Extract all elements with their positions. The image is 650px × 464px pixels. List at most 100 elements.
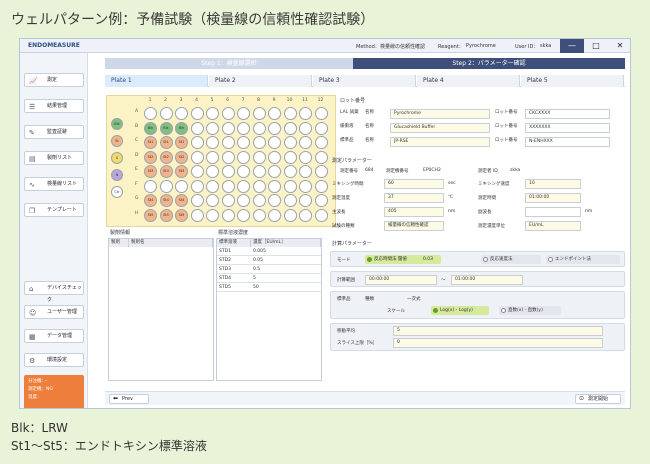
plate-well[interactable]: St5 — [159, 208, 173, 222]
plate-well[interactable]: St2 — [159, 150, 173, 164]
plate-well[interactable]: St2 — [175, 150, 188, 164]
plate-well[interactable] — [252, 179, 266, 193]
tab-plate-5[interactable]: Plate 5 — [521, 75, 624, 87]
tab-plate-3[interactable]: Plate 3 — [313, 75, 416, 87]
plate-well[interactable] — [221, 165, 235, 178]
lot-name-field[interactable]: JP-RSE — [390, 137, 490, 147]
measure-time-field[interactable]: 01:00:00 — [525, 193, 581, 203]
plate-well[interactable] — [268, 121, 281, 135]
plate-well[interactable]: St4 — [144, 194, 157, 207]
plate-well[interactable] — [268, 208, 281, 222]
plate-well[interactable]: St1 — [159, 136, 173, 149]
plate-well[interactable] — [252, 194, 266, 207]
plate-well[interactable]: Blk — [144, 121, 157, 135]
plate-well[interactable] — [252, 208, 266, 222]
plate-well[interactable] — [221, 121, 235, 135]
plate-well[interactable] — [299, 136, 312, 149]
minimize-button[interactable]: — — [560, 39, 584, 53]
plate-well[interactable] — [221, 194, 235, 207]
plate-well[interactable] — [190, 150, 204, 164]
plate-well[interactable] — [299, 150, 312, 164]
plate-well[interactable] — [159, 179, 173, 193]
plate-well[interactable] — [237, 208, 250, 222]
sub-wavelength-field[interactable] — [525, 207, 581, 217]
plate-well[interactable] — [144, 107, 157, 120]
lot-number-field[interactable]: XXXXXXX — [525, 123, 610, 133]
moving-average-field[interactable]: 5 — [393, 326, 603, 336]
plate-well[interactable] — [268, 194, 281, 207]
plate-well[interactable] — [299, 121, 312, 135]
plate-well[interactable] — [237, 179, 250, 193]
plate-well[interactable] — [268, 179, 281, 193]
plate-well[interactable] — [252, 150, 266, 164]
plate-well[interactable] — [314, 165, 328, 178]
plate-well[interactable] — [314, 107, 328, 120]
plate-well[interactable] — [175, 179, 188, 193]
plate-well[interactable] — [206, 165, 219, 178]
plate-well[interactable] — [314, 150, 328, 164]
sidebar-item-5[interactable]: ❐ テンプレート — [24, 203, 84, 217]
tab-plate-2[interactable]: Plate 2 — [209, 75, 312, 87]
plate-well[interactable] — [283, 165, 297, 178]
lot-name-field[interactable]: Pyrochrome — [390, 109, 490, 119]
main-wavelength-field[interactable]: 405 — [384, 207, 444, 217]
plate-well[interactable] — [237, 165, 250, 178]
plate-well[interactable]: St4 — [175, 194, 188, 207]
plate-well[interactable] — [283, 179, 297, 193]
sidebar-bottom-item-3[interactable]: ⚙ 環境設定 — [24, 353, 84, 367]
plate-well[interactable] — [144, 179, 157, 193]
calc-range-from-field[interactable]: 00:00:00 — [365, 275, 437, 285]
plate-well[interactable] — [206, 107, 219, 120]
legend-well[interactable]: Ctr — [111, 186, 123, 198]
sidebar-item-3[interactable]: ▤ 製剤リスト — [24, 151, 84, 165]
plate-well[interactable] — [299, 107, 312, 120]
plate-well[interactable] — [206, 208, 219, 222]
lot-number-field[interactable]: CKCXXXX — [525, 109, 610, 119]
plate-well[interactable] — [314, 136, 328, 149]
plate-well[interactable] — [252, 121, 266, 135]
plate-well[interactable] — [299, 194, 312, 207]
plate-well[interactable] — [159, 107, 173, 120]
plate-well[interactable] — [190, 194, 204, 207]
plate-well[interactable] — [283, 121, 297, 135]
plate-well[interactable] — [252, 165, 266, 178]
plate-well[interactable] — [206, 121, 219, 135]
sidebar-bottom-item-2[interactable]: ▦ データ管理 — [24, 329, 84, 343]
plate-well[interactable] — [190, 179, 204, 193]
plate-well[interactable] — [283, 150, 297, 164]
plate-well[interactable] — [268, 136, 281, 149]
plate-well[interactable] — [206, 179, 219, 193]
measure-temp-field[interactable]: 37 — [384, 193, 444, 203]
plate-well[interactable]: St4 — [159, 194, 173, 207]
plate-well[interactable] — [221, 136, 235, 149]
plate-well[interactable] — [314, 194, 328, 207]
legend-well[interactable]: S — [111, 152, 123, 164]
legend-well[interactable]: N — [111, 169, 123, 181]
plate-well[interactable]: St1 — [144, 136, 157, 149]
plate-well[interactable] — [221, 179, 235, 193]
plate-well[interactable] — [237, 121, 250, 135]
plate-well[interactable]: St1 — [175, 136, 188, 149]
plate-well[interactable] — [283, 194, 297, 207]
plate-well[interactable] — [283, 107, 297, 120]
plate-well[interactable] — [252, 107, 266, 120]
sidebar-bottom-item-0[interactable]: ⌂ デバイスチェック — [24, 281, 84, 303]
mode-rate-radio[interactable]: 反応速度法 — [481, 255, 541, 264]
plate-well[interactable] — [268, 107, 281, 120]
plate-well[interactable] — [221, 208, 235, 222]
plate-well[interactable] — [206, 150, 219, 164]
plate-well[interactable] — [252, 136, 266, 149]
plate-well[interactable] — [221, 107, 235, 120]
plate-well[interactable] — [221, 150, 235, 164]
plate-well[interactable] — [299, 165, 312, 178]
plate-well[interactable] — [314, 121, 328, 135]
plate-well[interactable]: Blk — [159, 121, 173, 135]
plate-well[interactable] — [190, 121, 204, 135]
sidebar-bottom-item-1[interactable]: ☺ ユーザー管理 — [24, 305, 84, 319]
mixing-time-field[interactable]: 60 — [384, 179, 444, 189]
plate-well[interactable]: St5 — [175, 208, 188, 222]
plate-well[interactable]: St3 — [144, 165, 157, 178]
sidebar-item-2[interactable]: ✎ 監査証跡 — [24, 125, 84, 139]
mixing-speed-field[interactable]: 10 — [525, 179, 581, 189]
scale-log-radio[interactable]: Log(x) - Log(y) — [431, 306, 489, 315]
